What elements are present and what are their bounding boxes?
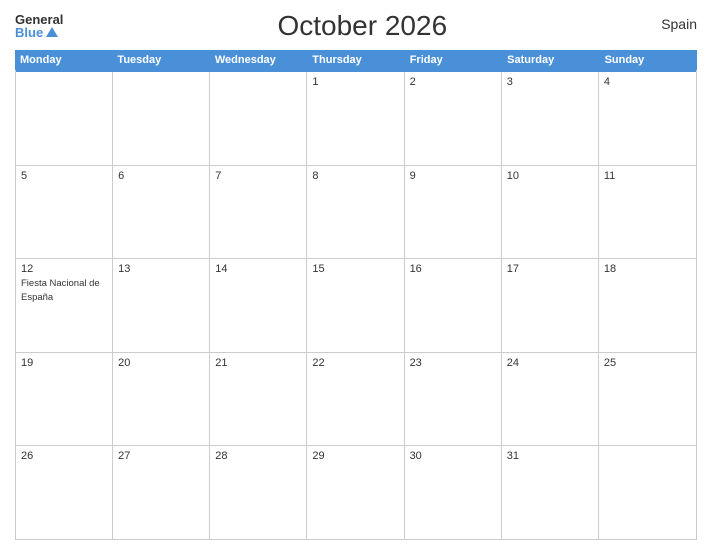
day-number: 7 [215, 170, 301, 182]
calendar-cell [113, 72, 210, 165]
calendar: Monday Tuesday Wednesday Thursday Friday… [15, 50, 697, 540]
day-number: 29 [312, 450, 398, 462]
header-saturday: Saturday [502, 50, 599, 70]
day-number: 13 [118, 263, 204, 275]
day-number: 5 [21, 170, 107, 182]
calendar-cell [599, 446, 696, 539]
calendar-week-2: 56789 10 11 [16, 165, 696, 259]
day-number: 19 [21, 357, 107, 369]
country-label: Spain [661, 16, 697, 32]
calendar-cell: 10 [502, 166, 599, 259]
calendar-week-1: 1234 [16, 70, 696, 165]
calendar-cell: 5 [16, 166, 113, 259]
calendar-cell: 1 [307, 72, 404, 165]
day-number: 12 [21, 263, 107, 275]
page-header: General Blue October 2026 Spain [15, 10, 697, 42]
calendar-week-4: 19 20 21 22 23 24 25 [16, 352, 696, 446]
day-number: 4 [604, 76, 691, 88]
calendar-cell: 15 [307, 259, 404, 352]
day-number: 15 [312, 263, 398, 275]
header-sunday: Sunday [600, 50, 697, 70]
calendar-cell: 20 [113, 353, 210, 446]
day-number: 16 [410, 263, 496, 275]
logo-triangle-icon [46, 27, 58, 37]
day-number: 24 [507, 357, 593, 369]
day-number: 20 [118, 357, 204, 369]
day-number: 11 [604, 170, 691, 182]
logo: General Blue [15, 13, 63, 39]
calendar-cell: 19 [16, 353, 113, 446]
calendar-cell: 17 [502, 259, 599, 352]
day-number: 18 [604, 263, 691, 275]
calendar-cell: 18 [599, 259, 696, 352]
calendar-cell: 25 [599, 353, 696, 446]
day-number: 9 [410, 170, 496, 182]
calendar-header: Monday Tuesday Wednesday Thursday Friday… [15, 50, 697, 70]
calendar-cell: 27 [113, 446, 210, 539]
calendar-cell: 28 [210, 446, 307, 539]
calendar-week-3: 12 Fiesta Nacional de España 13 14 15 16 17 18 [16, 258, 696, 352]
calendar-cell: 6 [113, 166, 210, 259]
calendar-cell [16, 72, 113, 165]
calendar-cell: 26 [16, 446, 113, 539]
day-number: 8 [312, 170, 398, 182]
day-number: 25 [604, 357, 691, 369]
calendar-cell: 7 [210, 166, 307, 259]
calendar-cell: 11 [599, 166, 696, 259]
calendar-cell: 24 [502, 353, 599, 446]
logo-blue-text: Blue [15, 26, 63, 39]
header-friday: Friday [405, 50, 502, 70]
calendar-cell: 29 [307, 446, 404, 539]
calendar-cell: 9 [405, 166, 502, 259]
calendar-cell [210, 72, 307, 165]
calendar-cell: 21 [210, 353, 307, 446]
header-wednesday: Wednesday [210, 50, 307, 70]
calendar-page: General Blue October 2026 Spain Monday T… [0, 0, 712, 550]
day-number: 3 [507, 76, 593, 88]
day-number: 17 [507, 263, 593, 275]
calendar-cell: 3 [502, 72, 599, 165]
day-number: 30 [410, 450, 496, 462]
header-monday: Monday [15, 50, 112, 70]
day-number: 6 [118, 170, 204, 182]
calendar-cell: 14 [210, 259, 307, 352]
day-number: 1 [312, 76, 398, 88]
header-tuesday: Tuesday [112, 50, 209, 70]
calendar-cell: 8 [307, 166, 404, 259]
page-title: October 2026 [277, 10, 447, 42]
calendar-week-5: 26 27 28 29 30 31 [16, 445, 696, 539]
calendar-cell: 22 [307, 353, 404, 446]
day-number: 27 [118, 450, 204, 462]
calendar-cell: 13 [113, 259, 210, 352]
day-number: 14 [215, 263, 301, 275]
day-number: 2 [410, 76, 496, 88]
calendar-cell: 31 [502, 446, 599, 539]
calendar-body: 123456789101112Fiesta Nacional de España… [15, 70, 697, 540]
day-number: 23 [410, 357, 496, 369]
day-number: 22 [312, 357, 398, 369]
day-number: 28 [215, 450, 301, 462]
day-number: 21 [215, 357, 301, 369]
day-number: 26 [21, 450, 107, 462]
calendar-cell: 12 Fiesta Nacional de España [16, 259, 113, 352]
calendar-cell: 2 [405, 72, 502, 165]
calendar-cell: 30 [405, 446, 502, 539]
day-number: 10 [507, 170, 593, 182]
calendar-cell: 4 [599, 72, 696, 165]
day-number: 31 [507, 450, 593, 462]
header-thursday: Thursday [307, 50, 404, 70]
event-label: Fiesta Nacional de España [21, 278, 100, 302]
calendar-cell: 16 [405, 259, 502, 352]
calendar-cell: 23 [405, 353, 502, 446]
